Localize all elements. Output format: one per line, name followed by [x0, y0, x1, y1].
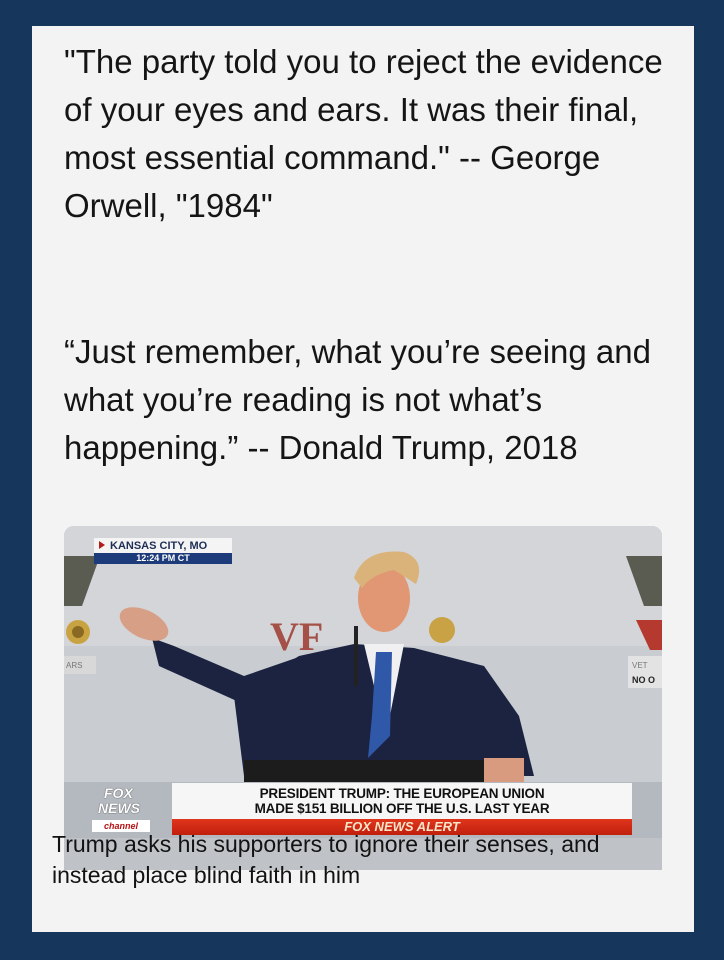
headline-line-1: PRESIDENT TRUMP: THE EUROPEAN UNION — [259, 786, 545, 801]
caption: Trump asks his supporters to ignore thei… — [52, 831, 600, 888]
broadcast-frame: ARS VET NO O VF KANSAS CITY, MO 12:24 PM… — [64, 526, 662, 838]
location-text: KANSAS CITY, MO — [110, 540, 208, 552]
play-arrow-icon — [99, 541, 105, 549]
trump-quote: “Just remember, what you’re seeing and w… — [64, 333, 651, 466]
headline-line-2: MADE $151 BILLION OFF THE U.S. LAST YEAR — [254, 801, 550, 816]
logo-line-news: NEWS — [98, 800, 140, 816]
backdrop-text-right: NO O — [632, 675, 655, 685]
logo-line-fox: FOX — [104, 785, 133, 801]
location-badge: KANSAS CITY, MO 12:24 PM CT — [94, 538, 232, 564]
backdrop-text-right-top: VET — [632, 661, 648, 670]
orwell-quote: "The party told you to reject the eviden… — [64, 43, 663, 224]
time-text: 12:24 PM CT — [94, 553, 232, 564]
headline-ticker: PRESIDENT TRUMP: THE EUROPEAN UNION MADE… — [172, 783, 632, 819]
post-card: "The party told you to reject the eviden… — [32, 26, 694, 932]
backdrop-letters: VF — [270, 614, 323, 659]
backdrop-text-left: ARS — [66, 661, 82, 670]
news-screenshot[interactable]: ARS VET NO O VF KANSAS CITY, MO 12:24 PM… — [64, 526, 662, 870]
